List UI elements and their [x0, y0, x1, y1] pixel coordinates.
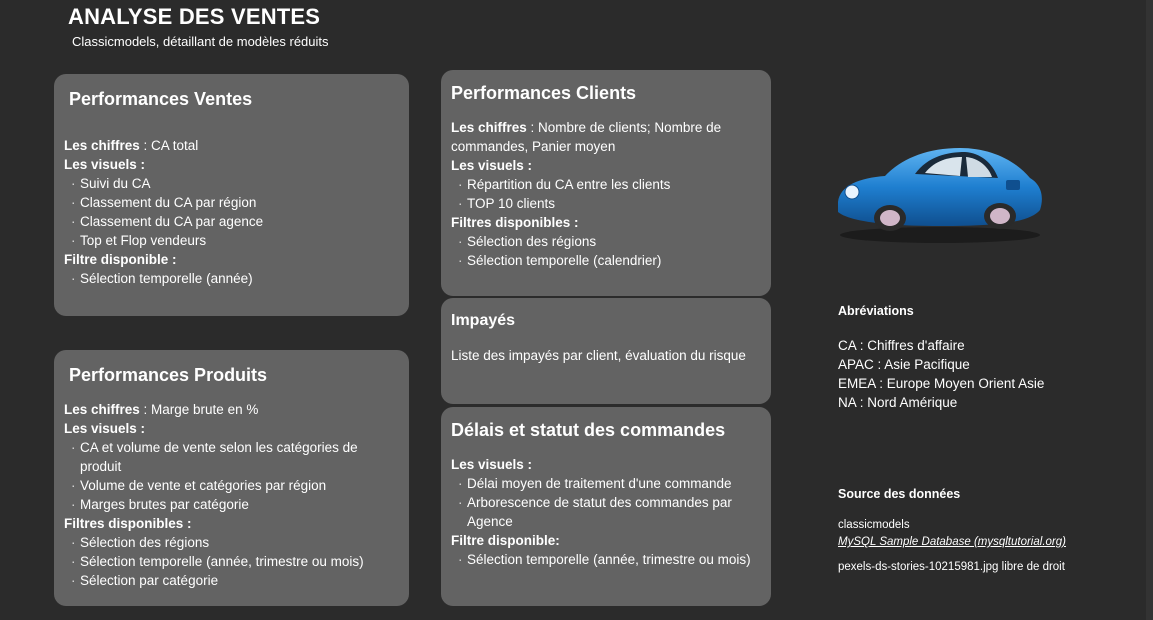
list-item: Top et Flop vendeurs: [71, 231, 399, 250]
list-item: Sélection temporelle (année): [71, 269, 399, 288]
filters-list: Sélection temporelle (année, trimestre o…: [451, 550, 761, 569]
figures-value: : Marge brute en %: [139, 402, 259, 417]
list-item: CA et volume de vente selon les catégori…: [71, 438, 381, 476]
filters-list: Sélection des régions Sélection temporel…: [451, 232, 761, 270]
filters-label: Filtres disponibles :: [64, 516, 192, 531]
source-section: Source des données classicmodels MySQL S…: [838, 487, 1066, 576]
card-title: Délais et statut des commandes: [451, 420, 726, 440]
filters-list: Sélection temporelle (année): [64, 269, 399, 288]
figures-value: : CA total: [139, 138, 199, 153]
visuals-list: Délai moyen de traitement d'une commande…: [451, 474, 761, 531]
visuals-list: Répartition du CA entre les clients TOP …: [451, 175, 761, 213]
card-title: Performances Ventes: [69, 89, 253, 109]
list-item: Sélection temporelle (année, trimestre o…: [458, 550, 753, 569]
figures-line: Les chiffres : Marge brute en %: [64, 400, 399, 419]
visuals-label: Les visuels :: [451, 158, 533, 173]
abbreviation-item: EMEA : Europe Moyen Orient Asie: [838, 376, 1045, 391]
card-delais-statut[interactable]: Délais et statut des commandes Les visue…: [441, 407, 771, 606]
visuals-list: CA et volume de vente selon les catégori…: [64, 438, 399, 514]
visuals-list: Suivi du CA Classement du CA par région …: [64, 174, 399, 250]
list-item: TOP 10 clients: [458, 194, 761, 213]
filters-label: Filtre disponible:: [451, 533, 560, 548]
card-title: Performances Clients: [451, 83, 637, 103]
card-title: Performances Produits: [69, 365, 268, 385]
figures-label: Les chiffres: [64, 138, 140, 153]
abbreviation-item: APAC : Asie Pacifique: [838, 357, 970, 372]
card-performances-produits[interactable]: Performances Produits Les chiffres : Mar…: [54, 350, 409, 606]
filters-list: Sélection des régions Sélection temporel…: [64, 533, 399, 590]
figures-label: Les chiffres: [64, 402, 140, 417]
list-item: Arborescence de statut des commandes par…: [458, 493, 753, 531]
card-title: Impayés: [451, 312, 516, 329]
abbreviation-item: CA : Chiffres d'affaire: [838, 338, 965, 353]
filters-label: Filtre disponible :: [64, 252, 177, 267]
source-link[interactable]: MySQL Sample Database (mysqltutorial.org…: [838, 534, 1066, 551]
list-item: Délai moyen de traitement d'une commande: [458, 474, 753, 493]
list-item: Sélection temporelle (année, trimestre o…: [71, 552, 399, 571]
list-item: Sélection par catégorie: [71, 571, 399, 590]
source-name: classicmodels: [838, 519, 910, 531]
visuals-label: Les visuels :: [64, 157, 146, 172]
figures-label: Les chiffres: [451, 120, 527, 135]
vertical-scrollbar[interactable]: [1146, 0, 1153, 620]
visuals-label: Les visuels :: [64, 421, 146, 436]
source-title: Source des données: [838, 487, 961, 501]
abbreviation-item: NA : Nord Amérique: [838, 395, 958, 410]
abbreviations-section: Abréviations CA : Chiffres d'affaire APA…: [838, 304, 1044, 412]
card-text: Liste des impayés par client, évaluation…: [451, 348, 746, 363]
card-performances-ventes[interactable]: Performances Ventes Les chiffres : CA to…: [54, 74, 409, 316]
filters-label: Filtres disponibles :: [451, 215, 579, 230]
classic-car-icon: [838, 148, 1042, 243]
list-item: Suivi du CA: [71, 174, 399, 193]
list-item: Sélection des régions: [458, 232, 761, 251]
abbreviations-title: Abréviations: [838, 304, 914, 318]
page-title: ANALYSE DES VENTES: [68, 4, 321, 29]
list-item: Marges brutes par catégorie: [71, 495, 381, 514]
figures-line: Les chiffres : CA total: [64, 136, 399, 155]
list-item: Classement du CA par région: [71, 193, 399, 212]
list-item: Sélection temporelle (calendrier): [458, 251, 761, 270]
list-item: Sélection des régions: [71, 533, 399, 552]
visuals-label: Les visuels :: [451, 457, 533, 472]
list-item: Répartition du CA entre les clients: [458, 175, 761, 194]
list-item: Volume de vente et catégories par région: [71, 476, 381, 495]
page-subtitle: Classicmodels, détaillant de modèles réd…: [72, 34, 329, 49]
figures-line: Les chiffres : Nombre de clients; Nombre…: [451, 118, 761, 156]
image-credit: pexels-ds-stories-10215981.jpg libre de …: [838, 561, 1065, 573]
list-item: Classement du CA par agence: [71, 212, 399, 231]
card-performances-clients[interactable]: Performances Clients Les chiffres : Nomb…: [441, 70, 771, 296]
card-impayes[interactable]: Impayés Liste des impayés par client, év…: [441, 298, 771, 404]
